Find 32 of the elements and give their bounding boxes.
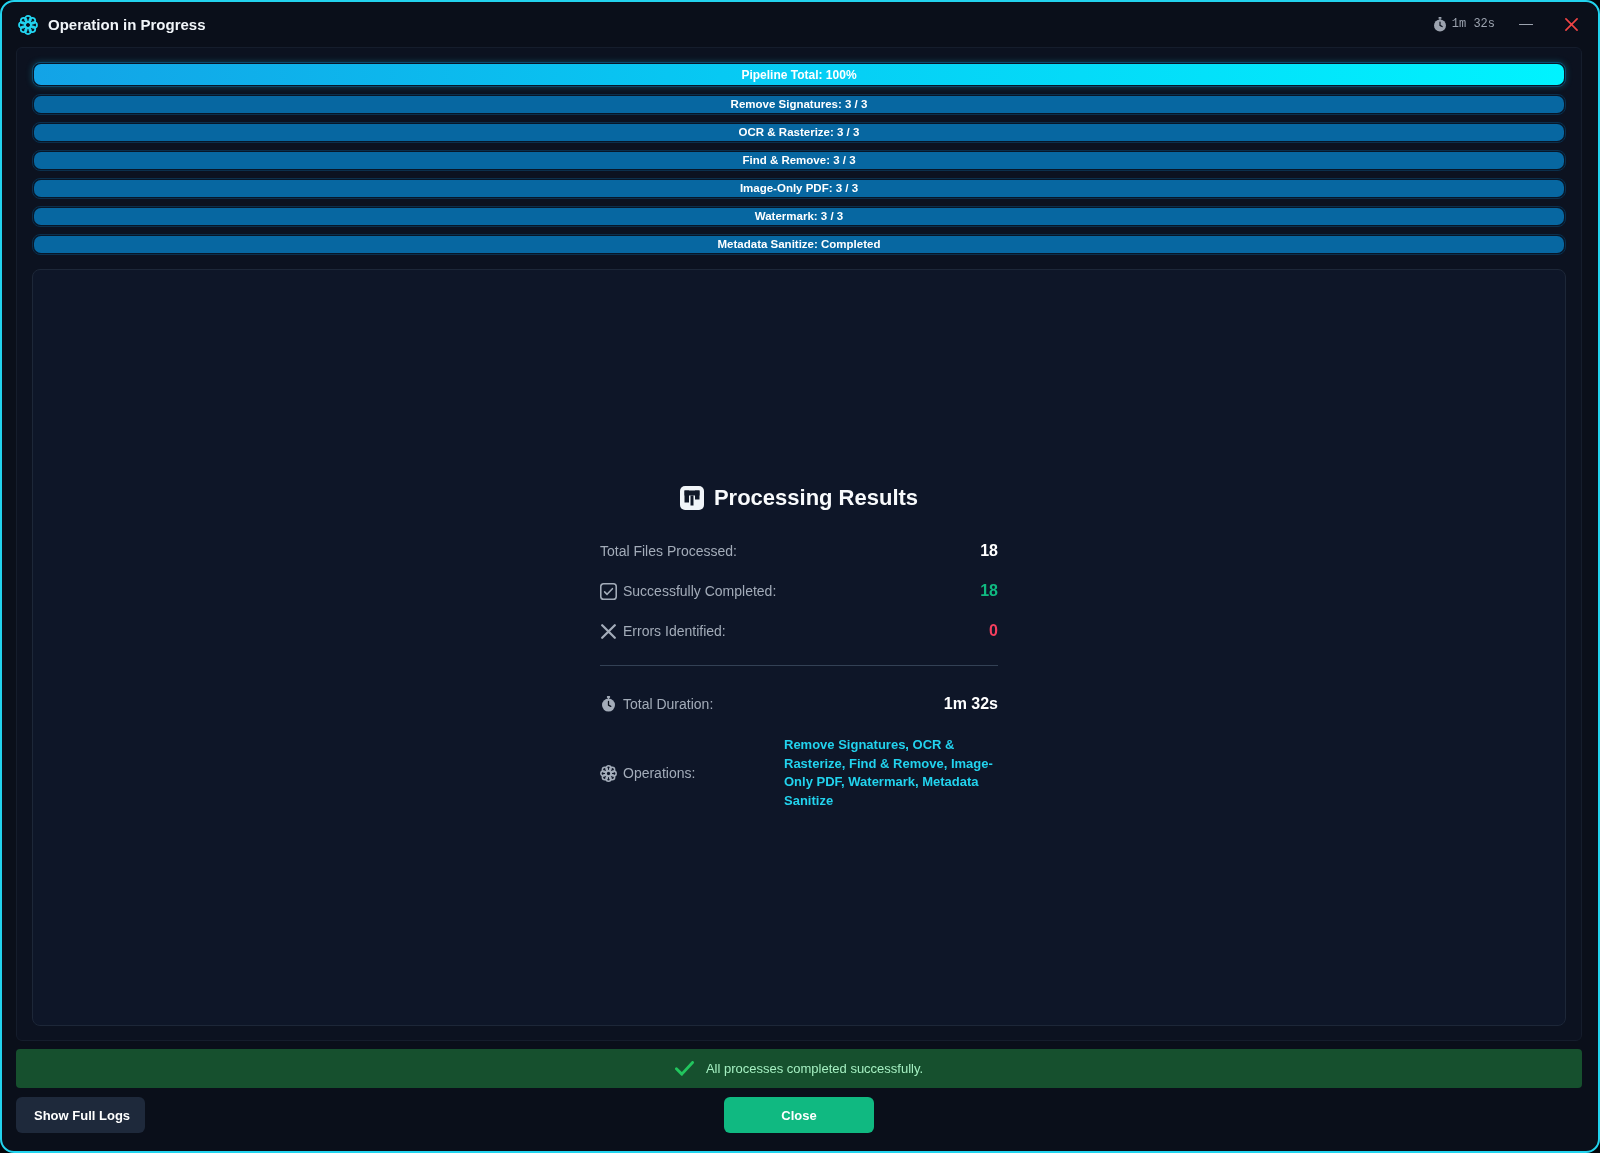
bar-chart-icon xyxy=(679,486,704,510)
stat-value: 0 xyxy=(989,622,998,640)
stat-value: 18 xyxy=(980,542,998,560)
stat-label: Errors Identified: xyxy=(623,623,726,639)
minimize-icon xyxy=(1519,23,1533,26)
show-logs-button[interactable]: Show Full Logs xyxy=(16,1097,145,1133)
close-icon xyxy=(1564,18,1578,31)
checkbox-icon xyxy=(600,582,617,600)
status-message: All processes completed successfully. xyxy=(705,1061,924,1076)
stat-value: 18 xyxy=(980,582,998,600)
progress-label: Watermark: 3 / 3 xyxy=(754,210,844,223)
progress-label: Metadata Sanitize: Completed xyxy=(717,238,881,251)
gear-icon xyxy=(18,14,38,35)
stat-label: Operations: xyxy=(623,765,696,781)
cross-icon xyxy=(601,623,616,639)
operations-list: Remove Signatures, OCR & Rasterize, Find & Remove, Image-Only PDF, Watermark, Metadata Sanitize xyxy=(784,736,998,810)
gear-icon xyxy=(600,764,617,782)
progress-label: OCR & Rasterize: 3 / 3 xyxy=(738,126,860,139)
progress-label: Remove Signatures: 3 / 3 xyxy=(730,98,868,111)
progress-label: Pipeline Total: 100% xyxy=(741,68,857,81)
progress-label: Image-Only PDF: 3 / 3 xyxy=(739,182,859,195)
elapsed-time: 1m 32s xyxy=(1451,17,1495,32)
stat-label: Total Duration: xyxy=(623,696,714,712)
stat-label: Total Files Processed: xyxy=(600,543,737,559)
window-title: Operation in Progress xyxy=(48,16,206,33)
stopwatch-icon xyxy=(602,696,615,712)
progress-label: Find & Remove: 3 / 3 xyxy=(742,154,856,167)
stat-value: 1m 32s xyxy=(943,695,998,713)
results-heading: Processing Results xyxy=(713,485,919,511)
stat-label: Successfully Completed: xyxy=(623,583,777,599)
stopwatch-icon xyxy=(1433,17,1446,32)
check-icon xyxy=(674,1060,694,1077)
